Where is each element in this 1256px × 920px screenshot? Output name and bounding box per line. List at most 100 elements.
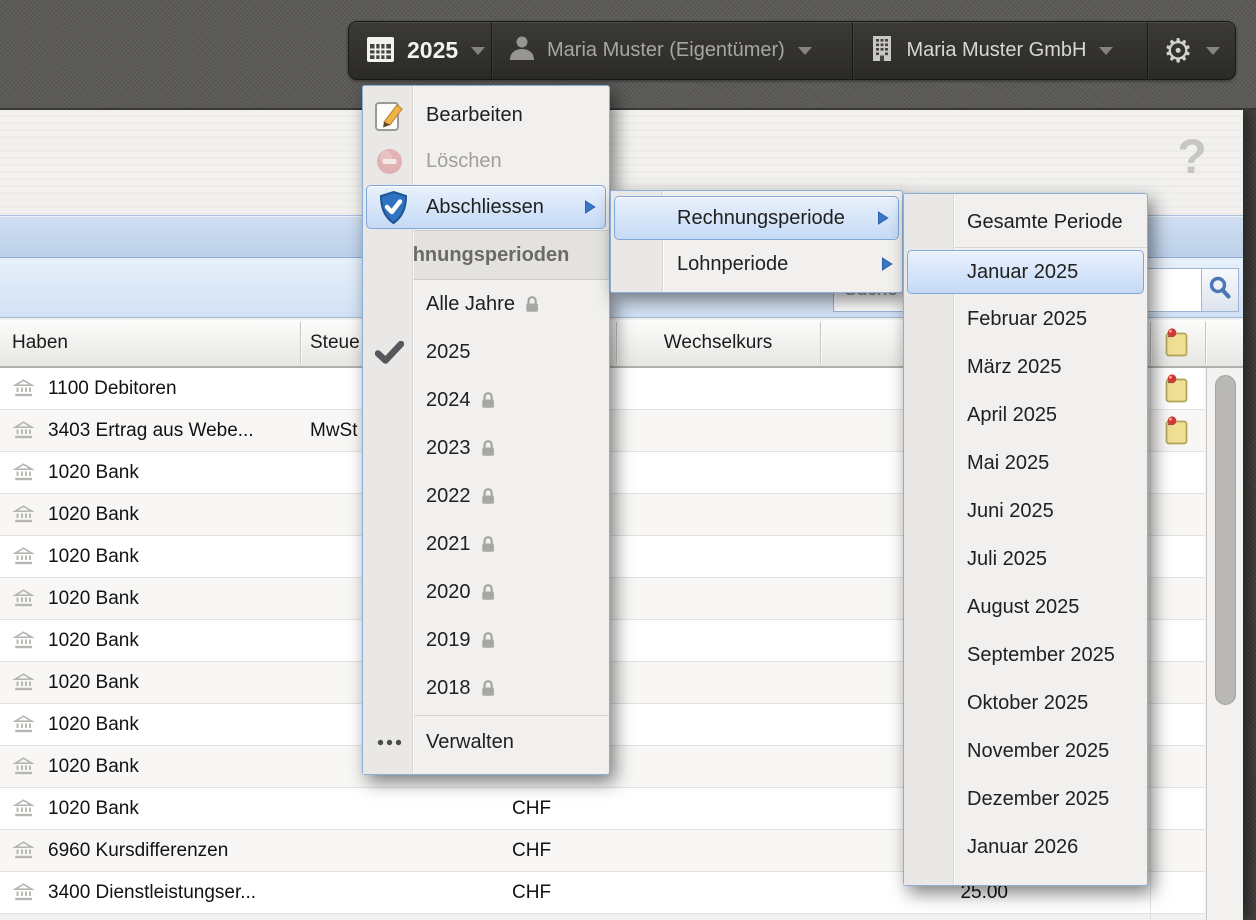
menu-item-abschliessen[interactable]: Abschliessen (366, 185, 606, 229)
menu-item-2024[interactable]: 2024 (363, 376, 609, 424)
menu-item-label: Dezember 2025 (967, 788, 1109, 811)
settings-button[interactable]: ⚙ (1147, 22, 1235, 79)
column-divider (1205, 322, 1206, 364)
account-cell: 6960 Kursdifferenzen (48, 830, 228, 872)
vertical-scrollbar[interactable] (1206, 368, 1243, 920)
building-icon (869, 34, 895, 68)
menu-item-gesamte-periode[interactable]: Gesamte Periode (904, 199, 1147, 245)
lock-icon (480, 391, 496, 409)
menu-item-label: 2024 (426, 389, 471, 412)
chevron-down-icon (1206, 47, 1220, 55)
period-year-button[interactable]: 2025 (349, 22, 491, 79)
notes-column-icon[interactable] (1162, 328, 1190, 363)
submenu-arrow-icon (877, 211, 889, 226)
menu-item-september-2025[interactable]: September 2025 (904, 631, 1147, 679)
search-button[interactable] (1202, 268, 1239, 312)
lock-icon (524, 295, 540, 313)
account-cell: 1020 Bank (48, 494, 139, 536)
column-divider (616, 322, 617, 364)
menu-item-label: 2022 (426, 485, 471, 508)
menu-item-label: 2023 (426, 437, 471, 460)
menu-item-alle-jahre[interactable]: Alle Jahre (363, 280, 609, 328)
menu-item-oktober-2025[interactable]: Oktober 2025 (904, 679, 1147, 727)
period-menu-actions: BearbeitenLöschenAbschliessen (363, 92, 609, 229)
bank-icon (13, 421, 34, 445)
menu-item-label: September 2025 (967, 644, 1115, 667)
screen: ? Haben Steue Wechselkurs 1100 Debitoren… (0, 0, 1256, 920)
account-cell: 3400 Dienstleistungser... (48, 872, 256, 914)
account-cell: 1020 Bank (48, 452, 139, 494)
menu-item-juni-2025[interactable]: Juni 2025 (904, 487, 1147, 535)
menu-item-januar-2026[interactable]: Januar 2026 (904, 823, 1147, 871)
menu-item-label: Gesamte Periode (967, 211, 1123, 234)
menu-item-2025[interactable]: 2025 (363, 328, 609, 376)
bank-icon (13, 841, 34, 865)
lock-icon (480, 487, 496, 505)
menu-item-bearbeiten[interactable]: Bearbeiten (363, 92, 609, 138)
user-menu-button[interactable]: Maria Muster (Eigentümer) (491, 22, 852, 79)
menu-item-juli-2025[interactable]: Juli 2025 (904, 535, 1147, 583)
menu-item-label: Oktober 2025 (967, 692, 1088, 715)
menu-item-2023[interactable]: 2023 (363, 424, 609, 472)
search-icon (1207, 275, 1233, 306)
lock-icon (480, 631, 496, 649)
menu-item-februar-2025[interactable]: Februar 2025 (904, 295, 1147, 343)
menu-item-label: August 2025 (967, 596, 1079, 619)
company-menu-button[interactable]: Maria Muster GmbH (852, 22, 1147, 79)
user-name-label: Maria Muster (Eigentümer) (547, 39, 785, 62)
menu-item-januar-2025[interactable]: Januar 2025 (907, 250, 1144, 294)
menu-item-label: Juli 2025 (967, 548, 1047, 571)
currency-cell: CHF (512, 788, 551, 830)
bank-icon (13, 631, 34, 655)
menu-item-2022[interactable]: 2022 (363, 472, 609, 520)
scrollbar-thumb[interactable] (1215, 375, 1236, 705)
menu-item-2018[interactable]: 2018 (363, 664, 609, 712)
menu-item-mai-2025[interactable]: Mai 2025 (904, 439, 1147, 487)
menu-item-rechnungsperiode[interactable]: Rechnungsperiode (614, 196, 899, 240)
account-cell: 1020 Bank (48, 662, 139, 704)
help-button[interactable]: ? (1170, 130, 1214, 185)
menu-item-label: 2025 (426, 341, 471, 364)
column-header-steuer[interactable]: Steue (310, 320, 360, 366)
menu-item-l-schen[interactable]: Löschen (363, 138, 609, 184)
tax-cell: MwSt (310, 410, 358, 452)
account-cell: 1100 Debitoren (48, 368, 177, 410)
account-cell: 3403 Ertrag aus Webe... (48, 410, 254, 452)
bank-icon (13, 757, 34, 781)
lock-icon (480, 679, 496, 697)
account-cell: 1020 Bank (48, 620, 139, 662)
column-header-wechselkurs[interactable]: Wechselkurs (616, 320, 820, 366)
menu-item-2019[interactable]: 2019 (363, 616, 609, 664)
topbar-button-group: 2025 Maria Muster (Eigentümer) Maria Mus… (348, 21, 1236, 80)
bank-icon (13, 673, 34, 697)
menu-item-m-rz-2025[interactable]: März 2025 (904, 343, 1147, 391)
lock-icon (480, 439, 496, 457)
menu-item-2020[interactable]: 2020 (363, 568, 609, 616)
period-dropdown-menu: BearbeitenLöschenAbschliessen Rechnungsp… (362, 85, 610, 775)
note-icon[interactable] (1162, 416, 1190, 451)
menu-item-2021[interactable]: 2021 (363, 520, 609, 568)
menu-item-lohnperiode[interactable]: Lohnperiode (611, 241, 902, 287)
delete-icon (372, 147, 406, 176)
menu-item-dezember-2025[interactable]: Dezember 2025 (904, 775, 1147, 823)
note-icon[interactable] (1162, 374, 1190, 409)
lock-icon (480, 535, 496, 553)
period-year-label: 2025 (407, 37, 458, 64)
menu-item-august-2025[interactable]: August 2025 (904, 583, 1147, 631)
edit-icon (372, 99, 406, 132)
column-divider (1150, 368, 1151, 920)
menu-item-label: Juni 2025 (967, 500, 1054, 523)
ellipsis-icon (372, 738, 406, 747)
account-cell: 1020 Bank (48, 746, 139, 788)
menu-item-april-2025[interactable]: April 2025 (904, 391, 1147, 439)
menu-item-november-2025[interactable]: November 2025 (904, 727, 1147, 775)
bank-icon (13, 505, 34, 529)
bank-icon (13, 883, 34, 907)
column-header-haben[interactable]: Haben (12, 320, 68, 366)
bank-icon (13, 715, 34, 739)
account-cell: 1020 Bank (48, 788, 139, 830)
chevron-down-icon (798, 47, 812, 55)
column-divider (300, 322, 301, 364)
account-cell: 1020 Bank (48, 536, 139, 578)
menu-item-verwalten[interactable]: Verwalten (363, 719, 609, 765)
